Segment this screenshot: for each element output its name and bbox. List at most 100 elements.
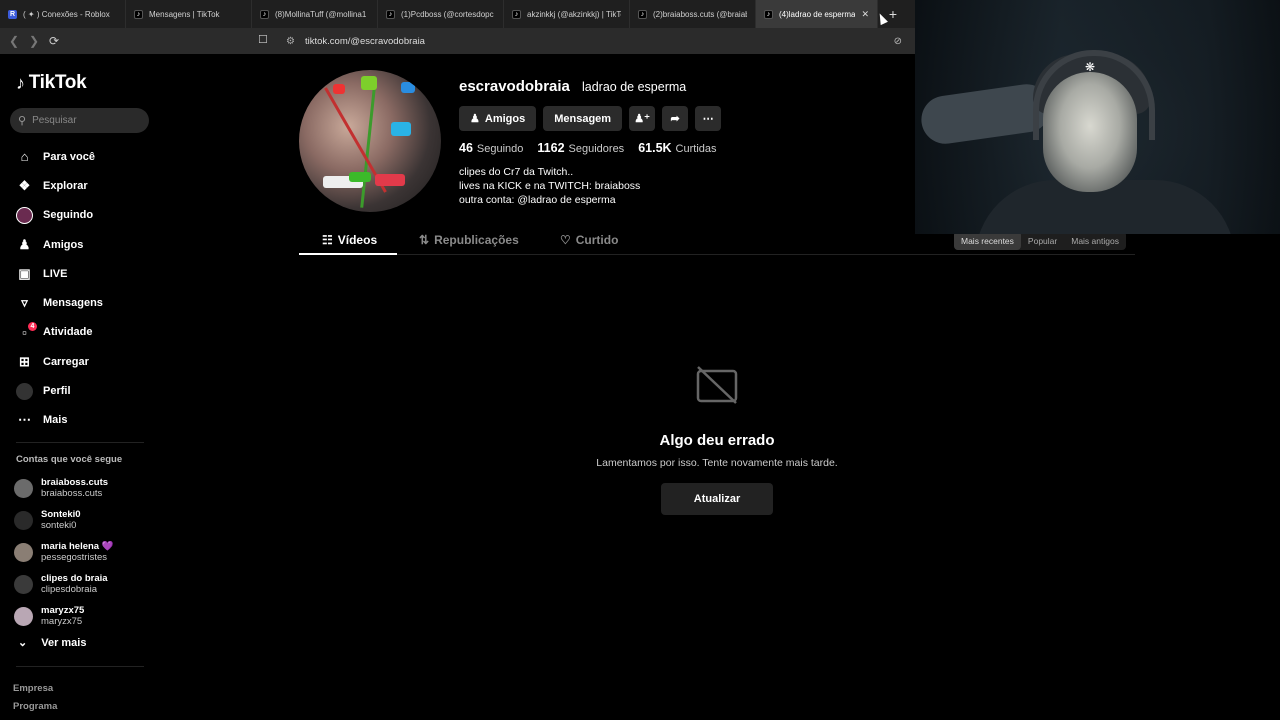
browser-tab-messages[interactable]: ♪ Mensagens | TikTok: [126, 0, 252, 28]
person-icon: ♟: [470, 113, 480, 125]
repost-icon: ⇅: [419, 233, 430, 247]
sidebar-item-following[interactable]: Seguindo: [0, 201, 160, 230]
following-name: maryzx75: [41, 604, 85, 616]
friends-button[interactable]: ♟ Amigos: [459, 106, 537, 131]
browser-tab-active[interactable]: ♪ (4)ladrao de esperma ✕: [756, 0, 878, 28]
tab-label: Republicações: [434, 233, 519, 247]
following-label: Seguindo: [476, 143, 524, 155]
address-bar[interactable]: ⚙ tiktok.com/@escravodobraia ⊘: [280, 31, 910, 51]
sidebar: ♪ TikTok ⚲ ⌂ Para você ❖ Explorar Seguindo…: [0, 54, 160, 720]
sidebar-item-friends[interactable]: ♟ Amigos: [0, 230, 160, 259]
close-tab-icon[interactable]: ✕: [861, 9, 869, 20]
followers-stat[interactable]: 1162 Seguidores: [537, 141, 624, 155]
tiktok-icon: ♪: [512, 9, 521, 19]
profile-nickname: ladrao de esperma: [582, 80, 687, 94]
sidebar-item-explore[interactable]: ❖ Explorar: [0, 171, 160, 200]
following-count: 46: [459, 141, 473, 155]
following-stat[interactable]: 46 Seguindo: [459, 141, 523, 155]
reload-icon[interactable]: ⟳: [44, 31, 64, 51]
cast-icon[interactable]: ⊘: [894, 36, 910, 47]
home-icon: ⌂: [20, 149, 29, 165]
followers-count: 1162: [537, 141, 565, 155]
add-friend-button[interactable]: ♟⁺: [629, 106, 656, 131]
following-item[interactable]: clipes do braia clipesdobraia: [14, 568, 154, 600]
heart-icon: ♡: [560, 233, 571, 247]
browser-tab-braiaboss-cuts[interactable]: ♪ (2)braiaboss.cuts (@braiab: [630, 0, 756, 28]
following-name: braiaboss.cuts: [41, 476, 109, 488]
browser-tab-akzinkkj[interactable]: ♪ akzinkkj (@akzinkkj) | TikTo: [504, 0, 630, 28]
following-item[interactable]: Sonteki0 sonteki0: [14, 504, 154, 536]
following-username: braiaboss.cuts: [41, 488, 103, 499]
grid-icon: ☷: [322, 233, 333, 247]
avatar: [14, 478, 33, 498]
sidebar-item-label: Seguindo: [43, 209, 94, 222]
tiktok-icon: ♪: [764, 9, 773, 19]
following-name: Sonteki0: [41, 508, 81, 520]
footer-link-company[interactable]: Empresa: [13, 680, 57, 698]
sidebar-item-activity[interactable]: ▫ 4 Atividade: [0, 318, 160, 347]
followers-label: Seguidores: [568, 143, 625, 155]
search-box[interactable]: ⚲: [10, 108, 149, 133]
sidebar-item-label: Mensagens: [43, 297, 103, 310]
search-icon: ⚲: [18, 115, 27, 127]
sidebar-item-label: Amigos: [43, 238, 84, 251]
following-item[interactable]: maria helena 💜 pessegostristes: [14, 536, 154, 568]
profile-avatar: [299, 70, 441, 212]
sidebar-item-for-you[interactable]: ⌂ Para você: [0, 142, 160, 171]
site-info-icon[interactable]: ⚙: [286, 36, 295, 47]
sidebar-item-live[interactable]: ▣ LIVE: [0, 259, 160, 288]
sidebar-item-more[interactable]: ⋯ Mais: [0, 406, 160, 435]
more-options-button[interactable]: ⋯: [695, 106, 722, 131]
browser-tab-pcdboss[interactable]: ♪ (1)Pcdboss (@cortesdopc: [378, 0, 504, 28]
share-button[interactable]: ➦: [662, 106, 689, 131]
url-text: tiktok.com/@escravodobraia: [304, 35, 425, 47]
forward-icon[interactable]: ❯: [24, 31, 44, 51]
tiktok-icon: ♪: [638, 9, 647, 19]
refresh-button[interactable]: Atualizar: [661, 483, 773, 515]
following-item[interactable]: maryzx75 maryzx75: [14, 600, 154, 632]
sidebar-nav: ⌂ Para você ❖ Explorar Seguindo ♟ Amigos ▣ L…: [0, 142, 160, 435]
bio-line: clipes do Cr7 da Twitch..: [459, 166, 574, 178]
sidebar-item-messages[interactable]: ▿ Mensagens: [0, 288, 160, 317]
tab-reposts[interactable]: ⇅ Republicações: [419, 233, 519, 247]
add-user-icon: ♟⁺: [634, 113, 650, 125]
footer-link-program[interactable]: Programa: [13, 698, 57, 716]
following-username: clipesdobraia: [41, 584, 97, 595]
browser-tab-roblox[interactable]: R( ✦ ) Conexões - Roblox: [0, 0, 126, 28]
sidebar-divider: [16, 666, 144, 667]
tab-videos[interactable]: ☷ Vídeos: [322, 233, 377, 247]
messages-icon: ▿: [21, 295, 28, 311]
avatar: [14, 574, 33, 594]
tab-liked[interactable]: ♡ Curtido: [560, 233, 618, 247]
profile-stats: 46 Seguindo 1162 Seguidores 61.5K Curtidas: [459, 141, 717, 155]
sidebar-item-label: Atividade: [43, 326, 93, 339]
tab-label: Curtido: [575, 233, 619, 247]
likes-count: 61.5K: [638, 141, 672, 155]
sidebar-item-label: LIVE: [43, 267, 68, 280]
following-item[interactable]: braiaboss.cuts braiaboss.cuts: [14, 472, 154, 504]
message-button[interactable]: Mensagem: [543, 106, 623, 131]
following-list: braiaboss.cuts braiaboss.cuts Sonteki0 son…: [14, 472, 154, 632]
following-name: clipes do braia: [41, 572, 108, 584]
browser-tab-strip: R( ✦ ) Conexões - Roblox ♪ Mensagens | Ti…: [0, 0, 915, 28]
see-more-button[interactable]: ⌄ Ver mais: [18, 636, 86, 650]
roblox-icon: R: [8, 9, 17, 19]
tab-label: Vídeos: [337, 233, 378, 247]
share-icon: ➦: [670, 113, 680, 125]
search-input[interactable]: [32, 115, 133, 126]
back-icon[interactable]: ❮: [4, 31, 24, 51]
sidebar-item-label: Explorar: [43, 179, 88, 192]
error-title: Algo deu errado: [659, 432, 775, 449]
avatar: [14, 606, 33, 626]
sidebar-divider: [16, 442, 144, 443]
sidebar-item-profile[interactable]: Perfil: [0, 376, 160, 405]
tiktok-logo[interactable]: ♪ TikTok: [16, 72, 87, 94]
profile-bio: clipes do Cr7 da Twitch.. lives na KICK …: [459, 165, 640, 207]
bookmark-icon[interactable]: ☐: [258, 33, 268, 46]
browser-tab-mollinatuff[interactable]: ♪ (8)MollinaTuff (@mollina1: [252, 0, 378, 28]
avatar: [14, 542, 33, 562]
live-icon: ▣: [18, 265, 31, 281]
upload-icon: ⊞: [19, 353, 30, 369]
sidebar-item-label: Mais: [43, 414, 68, 427]
sidebar-item-upload[interactable]: ⊞ Carregar: [0, 347, 160, 376]
